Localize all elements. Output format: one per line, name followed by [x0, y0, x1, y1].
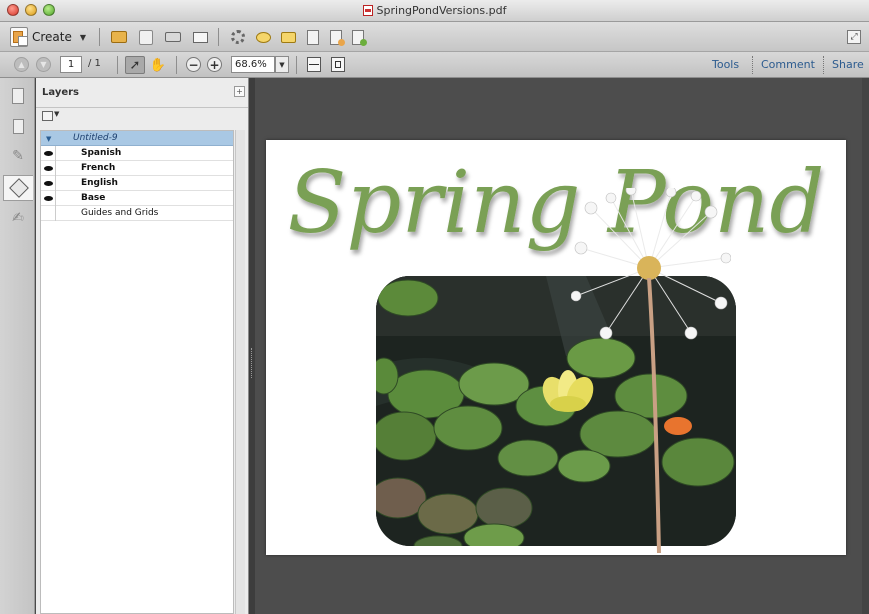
layer-options-icon[interactable] — [42, 111, 53, 121]
document-title: Spring Pond — [266, 140, 846, 280]
fit-width-icon[interactable] — [307, 57, 321, 72]
select-tool-icon[interactable]: ➚ — [125, 56, 145, 74]
share-link[interactable]: Share — [832, 58, 864, 71]
layer-row-english[interactable]: English — [41, 176, 233, 191]
email-icon[interactable] — [191, 28, 209, 46]
disclosure-triangle-icon[interactable]: ▼ — [46, 135, 51, 143]
signatures-icon[interactable]: ✍ — [9, 208, 27, 228]
zoom-out-icon[interactable]: − — [186, 57, 201, 72]
create-label: Create — [32, 30, 72, 44]
layer-label: English — [81, 178, 118, 188]
open-icon[interactable] — [110, 28, 128, 46]
window-title: SpringPondVersions.pdf — [0, 4, 869, 17]
layers-icon[interactable] — [3, 175, 33, 201]
layer-row-spanish[interactable]: Spanish — [41, 146, 233, 161]
next-page-icon[interactable]: ▼ — [36, 57, 51, 72]
layer-label: Spanish — [81, 148, 122, 158]
comment-link[interactable]: Comment — [761, 58, 815, 71]
print-icon[interactable] — [164, 28, 182, 46]
highlight-icon[interactable] — [279, 28, 297, 46]
previous-page-icon[interactable]: ▲ — [14, 57, 29, 72]
gear-icon[interactable] — [229, 28, 247, 46]
pdf-page: Spring Pond — [266, 140, 846, 555]
layer-row-untitled-9[interactable]: ▼ Untitled-9 — [41, 131, 233, 146]
layers-scrollbar[interactable] — [235, 130, 245, 614]
hand-tool-icon[interactable]: ✋ — [148, 56, 168, 74]
layers-panel-header: Layers + — [36, 78, 248, 108]
layers-panel-title: Layers — [42, 87, 79, 98]
layer-row-guides-and-grids[interactable]: Guides and Grids — [41, 206, 233, 221]
tools-link[interactable]: Tools — [712, 58, 739, 71]
toolbar-divider — [117, 56, 118, 74]
layer-label: Guides and Grids — [81, 208, 159, 218]
zoom-in-icon[interactable]: + — [207, 57, 222, 72]
eye-icon[interactable] — [41, 161, 56, 176]
page-thumbnails-icon[interactable] — [9, 86, 27, 106]
pdf-file-icon — [362, 5, 373, 16]
title-bar: SpringPondVersions.pdf — [0, 0, 869, 22]
create-button[interactable]: Create ▼ — [10, 26, 86, 48]
layer-label: French — [81, 163, 116, 173]
layers-options-row: ▼ — [36, 108, 248, 126]
link-divider — [823, 56, 824, 74]
dandelion-illustration — [571, 188, 731, 554]
attachments-icon[interactable]: ✎ — [9, 146, 27, 166]
fit-page-icon[interactable] — [331, 57, 345, 72]
document-scrollbar[interactable] — [862, 78, 869, 614]
comment-icon[interactable] — [254, 28, 272, 46]
document-title-text: Spring Pond — [288, 153, 825, 253]
page-number-input[interactable]: 1 — [60, 56, 82, 73]
layer-list: ▼ Untitled-9 Spanish French English Base… — [40, 130, 234, 614]
window-title-text: SpringPondVersions.pdf — [376, 4, 507, 17]
export-icon[interactable] — [327, 28, 345, 46]
sign-icon[interactable] — [349, 28, 367, 46]
layer-label: Untitled-9 — [73, 133, 118, 143]
toolbar-divider — [218, 28, 219, 46]
chevron-down-icon[interactable]: ▼ — [54, 110, 59, 118]
zoom-level-input[interactable]: 68.6% — [231, 56, 275, 73]
navigation-toolbar: ▲ ▼ 1 / 1 ➚ ✋ − + 68.6% ▼ Tools Comment … — [0, 52, 869, 78]
layers-panel: Layers + ▼ ▼ Untitled-9 Spanish French E… — [36, 78, 249, 614]
layer-row-french[interactable]: French — [41, 161, 233, 176]
toolbar-divider — [176, 56, 177, 74]
visibility-toggle-empty[interactable] — [41, 206, 56, 221]
link-divider — [752, 56, 753, 74]
navigation-pane-icons: ✎ ✍ — [0, 78, 35, 614]
expand-icon[interactable]: ⤢ — [847, 30, 861, 44]
eye-icon[interactable] — [41, 146, 56, 161]
layer-row-base[interactable]: Base — [41, 191, 233, 206]
eye-icon[interactable] — [41, 191, 56, 206]
main-toolbar: Create ▼ ⤢ — [0, 22, 869, 52]
eye-icon[interactable] — [41, 176, 56, 191]
toolbar-divider — [296, 56, 297, 74]
document-icon[interactable] — [304, 28, 322, 46]
create-pdf-icon — [10, 27, 28, 47]
document-title-graphic: Spring Pond — [288, 153, 825, 253]
layer-label: Base — [81, 193, 106, 203]
splitter-grip[interactable] — [251, 348, 253, 378]
chevron-down-icon: ▼ — [79, 32, 87, 42]
bookmarks-icon[interactable] — [9, 116, 27, 136]
toolbar-divider — [99, 28, 100, 46]
collapse-panel-icon[interactable]: + — [234, 86, 245, 97]
zoom-dropdown-chevron-icon[interactable]: ▼ — [275, 56, 289, 73]
save-icon[interactable] — [137, 28, 155, 46]
page-total: / 1 — [88, 58, 101, 69]
